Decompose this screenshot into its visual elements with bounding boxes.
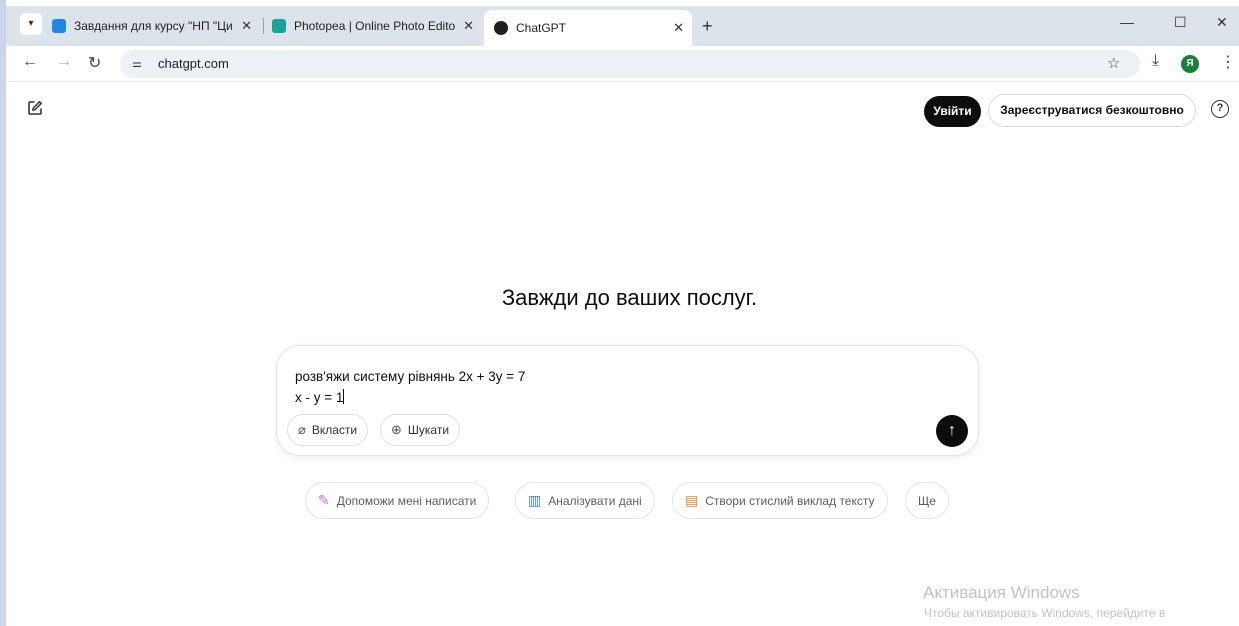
prompt-composer[interactable]: розв'яжи систему рівнянь 2x + 3y = 7 x -… bbox=[276, 345, 979, 456]
bookmark-star-icon[interactable]: ☆ bbox=[1107, 54, 1120, 72]
suggestion-write[interactable]: ✎ Допоможи мені написати bbox=[305, 482, 490, 519]
attach-button[interactable]: ⌀ Вкласти bbox=[287, 414, 369, 446]
chatgpt-logo-icon bbox=[494, 21, 508, 35]
tab-title: Завдання для курсу "НП "Циф bbox=[74, 19, 234, 33]
download-icon[interactable]: ⤓ bbox=[1152, 52, 1159, 70]
window-close-icon[interactable]: ✕ bbox=[1216, 14, 1228, 31]
suggestion-summarize[interactable]: ▤ Створи стислий виклад тексту bbox=[672, 482, 888, 519]
close-icon[interactable]: ✕ bbox=[665, 20, 692, 36]
suggestion-label: Ще bbox=[918, 493, 936, 508]
prompt-line-1: розв'яжи систему рівнянь 2x + 3y = 7 bbox=[295, 369, 526, 384]
close-icon[interactable]: ✕ bbox=[455, 18, 482, 34]
maximize-icon[interactable]: ☐ bbox=[1174, 14, 1187, 31]
search-button[interactable]: ⊕ Шукати bbox=[380, 414, 461, 446]
paperclip-icon: ⌀ bbox=[298, 422, 306, 437]
tab-search-button[interactable]: ▾ bbox=[20, 13, 42, 35]
globe-icon: ⊕ bbox=[391, 422, 402, 437]
address-toolbar: ← → ↻ ⚌ chatgpt.com ☆ ⤓ Я ⋮ bbox=[6, 46, 1239, 82]
new-chat-edit-icon[interactable] bbox=[27, 100, 43, 116]
suggestion-label: Аналізувати дані bbox=[548, 493, 642, 508]
windows-activation-subtitle: Чтобы активировать Windows, перейдите в bbox=[924, 606, 1166, 620]
forward-icon[interactable]: → bbox=[56, 53, 72, 71]
minimize-icon[interactable]: — bbox=[1120, 14, 1134, 30]
arrow-up-icon: ↑ bbox=[948, 422, 956, 439]
login-button[interactable]: Увійти bbox=[924, 96, 981, 127]
address-bar[interactable]: ⚌ chatgpt.com bbox=[120, 50, 1140, 78]
tab-title: ChatGPT bbox=[516, 21, 567, 35]
back-icon[interactable]: ← bbox=[22, 53, 38, 71]
reload-icon[interactable]: ↻ bbox=[88, 53, 101, 73]
browser-window: ▾ Завдання для курсу "НП "Циф ✕ Photopea… bbox=[0, 0, 1239, 626]
suggestion-label: Створи стислий виклад тексту bbox=[705, 493, 875, 508]
tab-chatgpt[interactable]: ChatGPT ✕ bbox=[484, 10, 692, 46]
attach-label: Вкласти bbox=[311, 423, 358, 437]
signup-button[interactable]: Зареєструватися безкоштовно bbox=[988, 94, 1196, 127]
help-icon[interactable]: ? bbox=[1211, 100, 1229, 118]
menu-kebab-icon[interactable]: ⋮ bbox=[1220, 52, 1236, 72]
suggestion-label: Допоможи мені написати bbox=[336, 493, 477, 508]
new-tab-icon[interactable]: + bbox=[702, 16, 713, 37]
site-info-icon[interactable]: ⚌ bbox=[132, 57, 146, 71]
page-title: Завжди до ваших послуг. bbox=[501, 285, 758, 310]
tab-separator bbox=[263, 18, 264, 34]
tab-course[interactable]: Завдання для курсу "НП "Циф ✕ bbox=[52, 10, 260, 42]
tab-title: Photopea | Online Photo Editor bbox=[294, 19, 456, 33]
suggestion-more[interactable]: Ще bbox=[905, 482, 949, 519]
prompt-input[interactable]: розв'яжи систему рівнянь 2x + 3y = 7 x -… bbox=[295, 366, 525, 408]
search-label: Шукати bbox=[407, 423, 450, 437]
profile-avatar[interactable]: Я bbox=[1181, 55, 1199, 73]
text-caret bbox=[343, 389, 345, 404]
suggestion-analyze[interactable]: ▥ Аналізувати дані bbox=[515, 482, 655, 519]
url-text: chatgpt.com bbox=[158, 56, 229, 71]
desktop-edge bbox=[0, 0, 6, 626]
close-icon[interactable]: ✕ bbox=[233, 18, 260, 34]
windows-activation-title: Активация Windows bbox=[923, 583, 1080, 602]
photopea-icon bbox=[272, 19, 286, 33]
tab-photopea[interactable]: Photopea | Online Photo Editor ✕ bbox=[272, 10, 482, 42]
send-button[interactable]: ↑ bbox=[936, 415, 968, 447]
classroom-icon bbox=[52, 19, 66, 33]
prompt-line-2: x - y = 1 bbox=[295, 390, 344, 405]
chart-icon: ▥ bbox=[528, 492, 542, 508]
tab-strip: ▾ Завдання для курсу "НП "Циф ✕ Photopea… bbox=[6, 6, 1239, 46]
pen-icon: ✎ bbox=[318, 492, 330, 508]
document-icon: ▤ bbox=[685, 492, 699, 508]
